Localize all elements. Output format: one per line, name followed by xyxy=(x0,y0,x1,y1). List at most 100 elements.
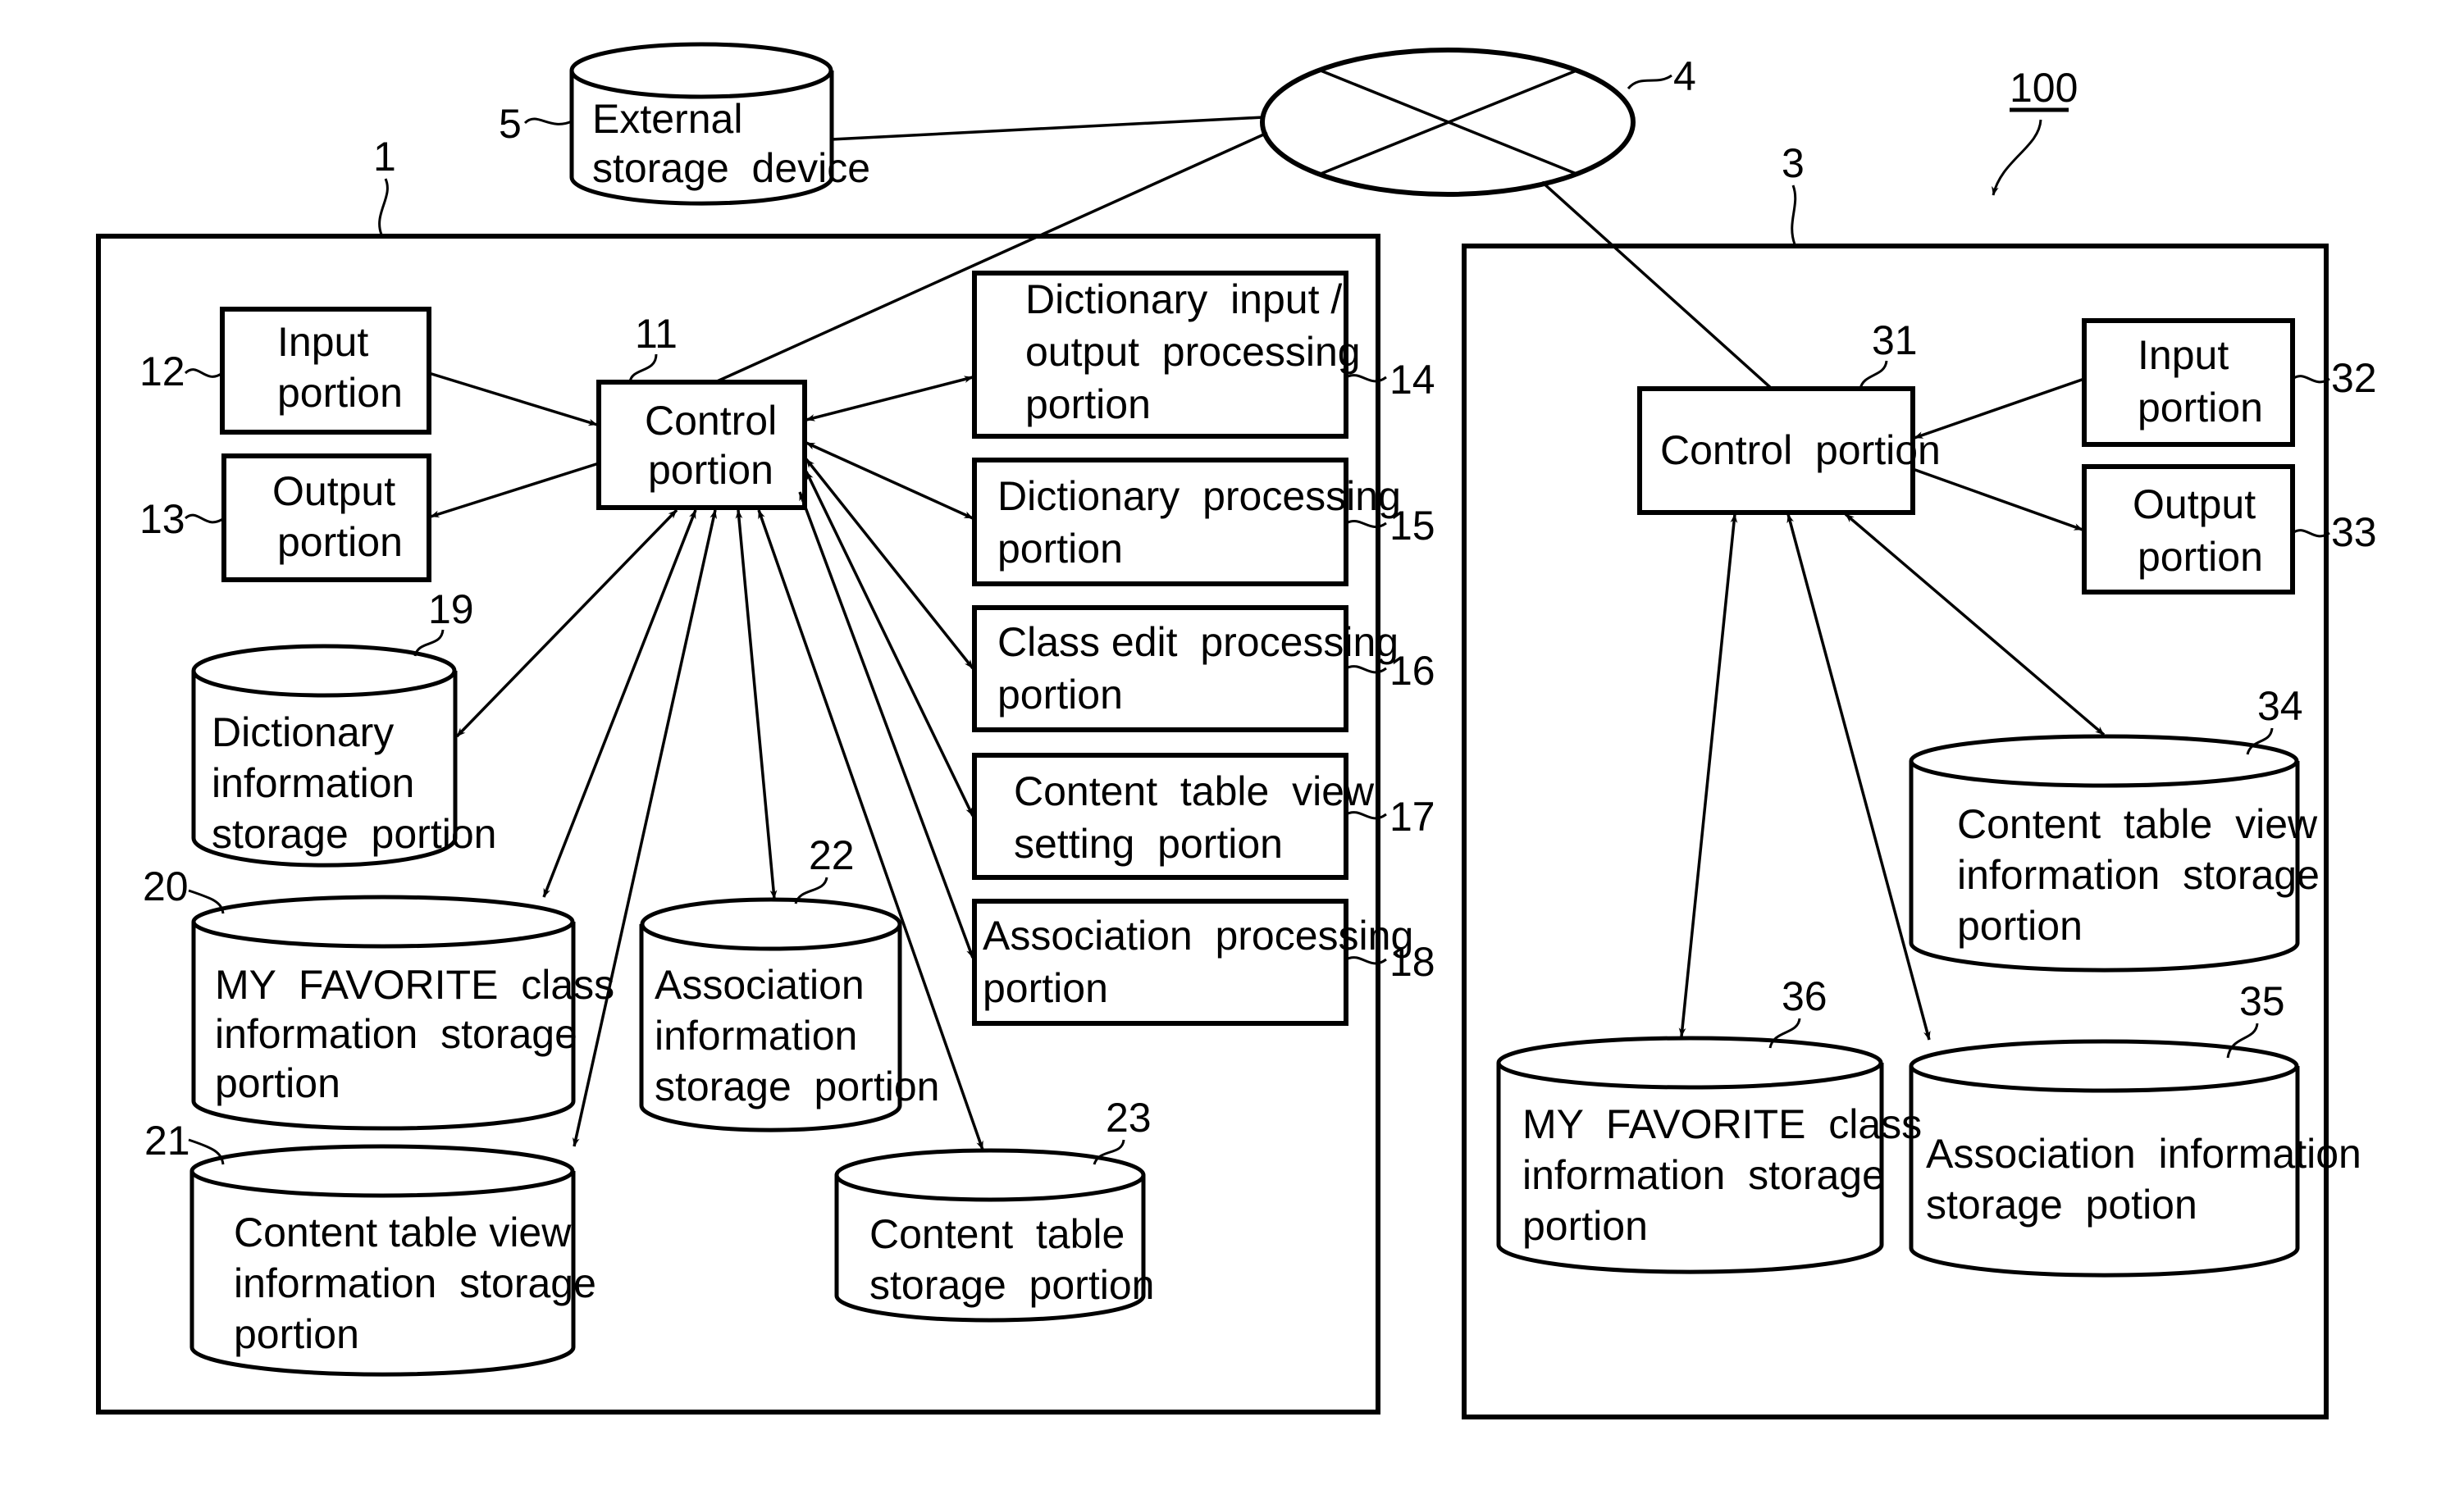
output-33-ref: 33 xyxy=(2331,509,2377,555)
apparatus-1-ref: 1 xyxy=(373,134,396,180)
output-33-label-2: portion xyxy=(2138,534,2263,580)
box-14-label-1: Dictionary input / xyxy=(1025,276,1342,322)
box-15-label-1: Dictionary processing xyxy=(997,473,1401,519)
output-portion-33: Output portion 33 xyxy=(2082,464,2377,595)
box-16-label-2: portion xyxy=(997,672,1123,718)
cyl-36-label-2: information storage xyxy=(1522,1152,1885,1198)
input-12-label-1: Input xyxy=(277,319,368,365)
control-11-ref: 11 xyxy=(635,311,678,357)
link-apparatus3-network xyxy=(1540,180,1773,390)
cyl-35-label-1: Association information xyxy=(1926,1131,2361,1177)
input-portion-12: Input portion 12 xyxy=(139,307,431,435)
cyl-19-label-3: storage portion xyxy=(212,811,496,857)
arrow-input-to-control xyxy=(428,371,598,426)
box-17-label-2: setting portion xyxy=(1014,821,1283,867)
cyl-36-label-1: MY FAVORITE class xyxy=(1522,1101,1922,1147)
cyl-23-label-2: storage portion xyxy=(869,1262,1154,1308)
system-diagram: 100 4 External storage device 5 1 Contro… xyxy=(96,42,2377,1419)
cyl-19-label-2: information xyxy=(212,760,414,806)
system-ref-arrow-icon xyxy=(1992,119,2042,196)
cyl-20-label-3: portion xyxy=(215,1060,340,1106)
cyl-20-label-2: information storage xyxy=(215,1011,577,1057)
association-processing-portion-18: Association processing portion 18 xyxy=(972,899,1435,1026)
cyl-34-label-1: Content table view xyxy=(1957,801,2318,847)
box-15-label-2: portion xyxy=(997,526,1123,572)
external-storage-label-1: External xyxy=(592,96,742,142)
control-portion-11: Control portion 11 xyxy=(596,311,807,510)
box-18-label-2: portion xyxy=(983,965,1108,1011)
apparatus-3-ref: 3 xyxy=(1782,140,1805,186)
cyl-34-ref: 34 xyxy=(2257,683,2303,729)
arrow-control-box16 xyxy=(805,458,974,670)
cyl-36-label-3: portion xyxy=(1522,1203,1648,1249)
output-13-label-2: portion xyxy=(277,519,403,565)
cyl-19-ref: 19 xyxy=(428,586,474,632)
external-storage-label-2: storage device xyxy=(592,145,870,191)
input-12-ref: 12 xyxy=(139,349,185,394)
content-table-view-setting-portion-17: Content table view setting portion 17 xyxy=(972,753,1435,880)
association-information-storage-22: Association information storage portion … xyxy=(639,832,939,1132)
box-15-ref: 15 xyxy=(1389,503,1435,549)
apparatus-3: 3 Control portion 31 Input portion 32 Ou… xyxy=(1462,140,2377,1419)
control-11-label-2: portion xyxy=(648,447,773,493)
dictionary-processing-portion-15: Dictionary processing portion 15 xyxy=(972,458,1435,586)
box-14-ref: 14 xyxy=(1389,357,1435,403)
cyl-35-ref: 35 xyxy=(2239,978,2285,1024)
box-18-label-1: Association processing xyxy=(983,913,1413,959)
cyl-34-label-3: portion xyxy=(1957,903,2083,949)
dictionary-information-storage-19: Dictionary information storage portion 1… xyxy=(191,586,496,868)
external-storage-ref: 5 xyxy=(499,101,522,147)
arrow-control-cyl19 xyxy=(455,508,678,738)
control-31-ref: 31 xyxy=(1872,317,1918,363)
box-16-ref: 16 xyxy=(1389,648,1435,694)
cyl-21-label-3: portion xyxy=(234,1311,359,1357)
system-reference: 100 xyxy=(1992,65,2078,196)
arrow-control-cyl34 xyxy=(1844,513,2106,736)
cyl-21-label-1: Content table view xyxy=(234,1210,572,1255)
content-table-storage-23: Content table storage portion 23 xyxy=(834,1095,1154,1323)
input-12-label-2: portion xyxy=(277,370,403,416)
arrow-input32-to-control xyxy=(1914,377,2085,440)
cyl-23-label-1: Content table xyxy=(869,1211,1125,1257)
association-information-storage-35: Association information storage potion 3… xyxy=(1909,978,2361,1278)
output-13-label-1: Output xyxy=(272,468,395,514)
input-portion-32: Input portion 32 xyxy=(2082,318,2377,447)
cyl-22-label-1: Association xyxy=(655,962,865,1008)
network: 4 xyxy=(1260,48,1696,197)
system-ref-label: 100 xyxy=(2010,65,2078,111)
cyl-21-label-2: information storage xyxy=(234,1260,596,1306)
box-18-ref: 18 xyxy=(1389,939,1435,985)
network-ref: 4 xyxy=(1673,53,1696,99)
cyl-22-ref: 22 xyxy=(809,832,855,878)
cyl-35-label-2: storage potion xyxy=(1926,1182,2197,1228)
apparatus-3-leader xyxy=(1791,185,1797,245)
input-32-ref: 32 xyxy=(2331,355,2377,401)
dictionary-io-processing-portion-14: Dictionary input / output processing por… xyxy=(972,271,1435,439)
apparatus-1-leader xyxy=(378,178,389,235)
output-33-label-1: Output xyxy=(2133,481,2256,527)
cyl-20-label-1: MY FAVORITE class xyxy=(215,962,614,1008)
arrow-control-to-output xyxy=(430,462,600,518)
my-favorite-class-information-storage-36: MY FAVORITE class information storage po… xyxy=(1496,973,1922,1274)
box-17-ref: 17 xyxy=(1389,794,1435,840)
external-storage-leader xyxy=(523,117,573,125)
box-16-label-1: Class edit processing xyxy=(997,619,1399,665)
cyl-23-ref: 23 xyxy=(1106,1095,1152,1141)
arrow-control-cyl36 xyxy=(1678,513,1738,1037)
my-favorite-class-information-storage-20: MY FAVORITE class information storage po… xyxy=(143,863,614,1131)
link-external-network xyxy=(831,116,1264,141)
box-14-label-2: output processing xyxy=(1025,329,1361,375)
content-table-view-information-storage-21: Content table view information storage p… xyxy=(144,1118,596,1377)
control-11-label-1: Control xyxy=(645,398,777,444)
arrow-control-cyl22 xyxy=(735,509,778,900)
arrow-control-box15 xyxy=(805,441,974,520)
arrow-control-box17 xyxy=(805,471,974,817)
cyl-22-label-3: storage portion xyxy=(655,1064,939,1109)
cyl-34-label-2: information storage xyxy=(1957,852,2320,898)
class-edit-processing-portion-16: Class edit processing portion 16 xyxy=(972,605,1435,732)
arrow-control-to-output33 xyxy=(1912,467,2083,531)
box-17-label-1: Content table view xyxy=(1014,768,1375,814)
input-32-label-1: Input xyxy=(2138,332,2229,378)
output-portion-13: Output portion 13 xyxy=(139,453,431,582)
arrow-control-box14 xyxy=(805,376,974,421)
